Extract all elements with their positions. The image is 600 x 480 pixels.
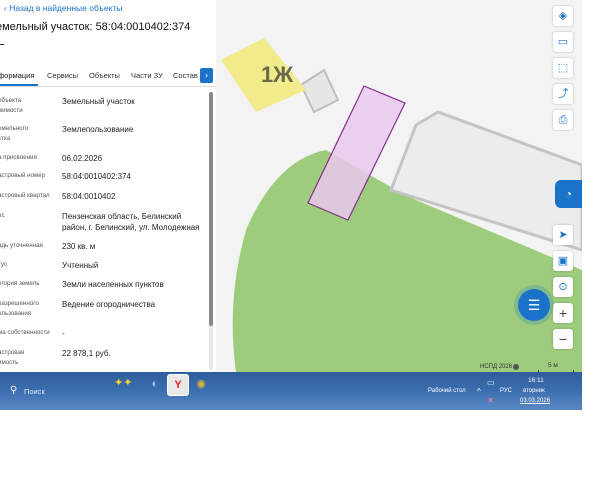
tab-info[interactable]: формация: [0, 71, 34, 80]
field-label: астровая имость: [0, 349, 25, 366]
zoom-out-icon[interactable]: −: [553, 329, 573, 349]
scrollbar-thumb[interactable]: [209, 92, 213, 326]
field-value: 22 878,1 руб.: [62, 349, 111, 358]
field-label: емельного стка: [0, 125, 29, 142]
field-label: объекта жимости: [0, 97, 23, 114]
chevron-right-icon[interactable]: ›: [200, 68, 213, 83]
field-label: адь уточненная: [0, 242, 43, 249]
collapse-handle[interactable]: [0, 44, 4, 45]
tab-parts[interactable]: Части ЗУ: [131, 71, 163, 80]
language-indicator[interactable]: РУС: [500, 388, 512, 394]
building-label: 1Ж: [261, 62, 293, 87]
field-value: Земельный участок: [62, 97, 135, 106]
active-tab-indicator: [0, 84, 38, 86]
tab-composition[interactable]: Состав: [173, 71, 198, 80]
monitor-icon[interactable]: ▭: [487, 378, 495, 387]
network-icon[interactable]: ✕: [487, 396, 494, 405]
field-value: -: [62, 329, 65, 338]
logo-icon: ◔: [564, 187, 573, 201]
field-label: астровый квартал: [0, 192, 50, 199]
back-link[interactable]: ‹ Назад в найденные объекты: [4, 3, 122, 13]
chrome-icon[interactable]: ◉: [191, 374, 211, 394]
tab-objects[interactable]: Объекты: [89, 71, 120, 80]
tab-services[interactable]: Сервисы: [47, 71, 78, 80]
chevron-up-icon[interactable]: ^: [477, 387, 481, 396]
layers-icon[interactable]: ◈: [553, 6, 573, 26]
share-icon[interactable]: ⤴: [553, 84, 573, 104]
field-value: 230 кв. м: [62, 242, 96, 251]
field-value: 06.02.2026: [62, 154, 103, 163]
side-panel-toggle[interactable]: ◔: [555, 180, 582, 208]
field-value: Учтенный: [62, 261, 99, 270]
clock-day: вторник: [523, 388, 545, 394]
field-label: астровый номер: [0, 172, 46, 179]
screen: 1Ж ◈ ▭ ⬚ ⤴ ⎙ ◔ ➤ ▣ ⊙ + − ☰ НСПД 2026 5 м…: [0, 0, 582, 410]
yandex-browser-icon[interactable]: Y: [167, 374, 189, 396]
clock-time[interactable]: 16:11: [528, 377, 544, 384]
info-icon[interactable]: [513, 364, 519, 370]
field-label: а присвоения: [0, 154, 37, 161]
search-input[interactable]: Поиск: [24, 387, 45, 396]
select-area-icon[interactable]: ⬚: [553, 58, 573, 78]
zoom-in-icon[interactable]: +: [553, 303, 573, 323]
field-label: егория земель: [0, 280, 40, 287]
field-value: 58:04:0010402: [62, 192, 116, 201]
scale-label: 5 м: [548, 362, 558, 369]
info-panel: ‹ Назад в найденные объекты емельный уча…: [0, 0, 216, 372]
field-label: тус: [0, 261, 8, 268]
edge-icon[interactable]: ◐: [145, 374, 165, 394]
search-icon[interactable]: ⚲: [10, 385, 17, 396]
field-value: 58:04:0010402:374: [62, 172, 131, 181]
field-value: Ведение огородничества: [62, 300, 156, 309]
geo-icon[interactable]: ⊙: [553, 277, 573, 297]
ruler-icon[interactable]: ▭: [553, 32, 573, 52]
map-copyright: НСПД 2026: [480, 364, 513, 370]
desktop-label[interactable]: Рабочий стол: [428, 388, 466, 394]
chat-button[interactable]: ☰: [518, 289, 550, 321]
field-label: ес: [0, 212, 5, 219]
field-label: разрешенного ользования: [0, 300, 39, 317]
field-value: Земли населенных пунктов: [62, 280, 164, 289]
taskbar: [0, 372, 582, 410]
field-value: Землепользование: [62, 125, 134, 134]
print-icon[interactable]: ⎙: [553, 110, 573, 130]
page-title: емельный участок: 58:04:0010402:374: [0, 21, 191, 33]
map-type-icon[interactable]: ▣: [553, 251, 573, 271]
field-label: ма собственности: [0, 329, 50, 336]
chat-icon: ☰: [527, 297, 541, 313]
field-value: Пензенская область, Белинский район, г. …: [62, 212, 200, 232]
copilot-icon[interactable]: ✦✦: [114, 376, 132, 389]
locate-icon[interactable]: ➤: [553, 225, 573, 245]
clock-date[interactable]: 03.03.2026: [520, 398, 550, 404]
